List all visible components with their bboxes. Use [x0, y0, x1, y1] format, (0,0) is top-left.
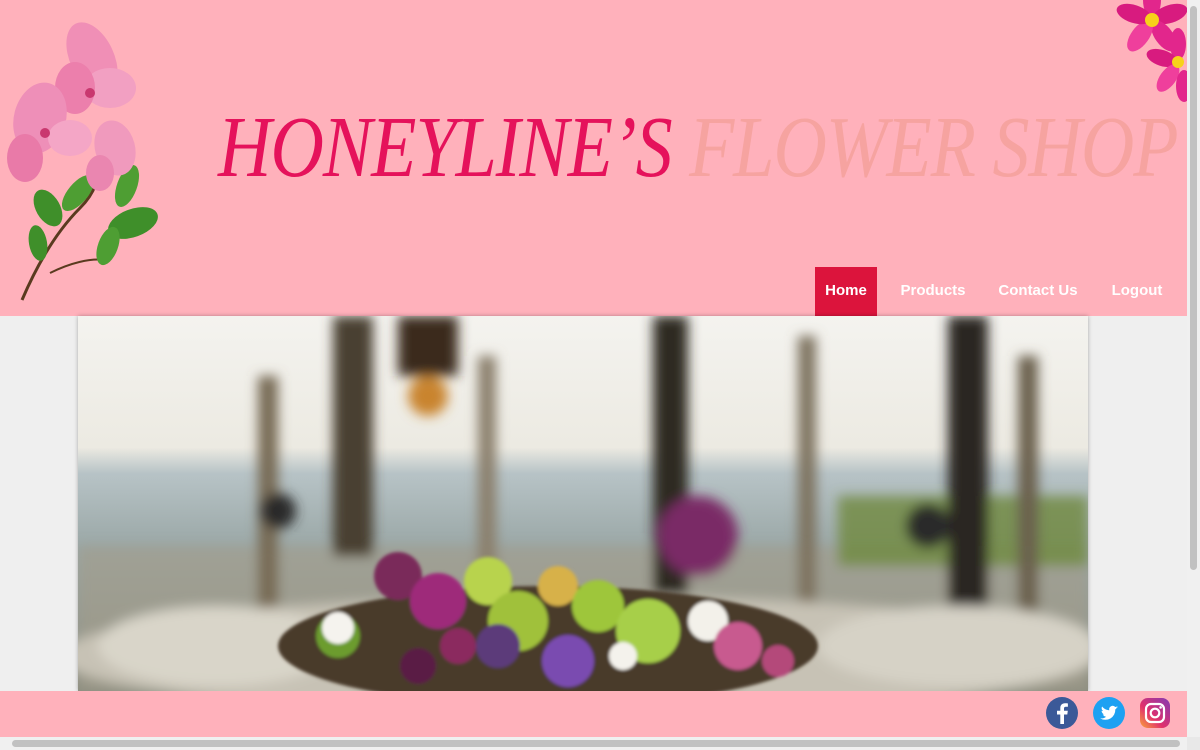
facebook-icon[interactable]: [1045, 696, 1079, 730]
site-header: HONEYLINE’S FLOWER SHOP Home Products Co…: [0, 0, 1187, 316]
azalea-flower-decoration: [7, 22, 158, 301]
scrollbar-corner: [1187, 737, 1200, 750]
page-title: HONEYLINE’S FLOWER SHOP: [218, 98, 1179, 228]
nav-contact-us[interactable]: Contact Us: [989, 267, 1087, 316]
twitter-icon[interactable]: [1092, 696, 1126, 730]
nav-products[interactable]: Products: [877, 267, 989, 316]
main-nav: Home Products Contact Us Logout: [815, 267, 1187, 316]
title-part-2: FLOWER SHOP: [689, 99, 1178, 196]
vertical-scrollbar[interactable]: [1187, 0, 1200, 737]
horizontal-scrollbar[interactable]: [0, 737, 1187, 750]
hero-image: [78, 316, 1088, 691]
site-footer: [0, 691, 1187, 737]
instagram-icon[interactable]: [1138, 696, 1172, 730]
nav-home[interactable]: Home: [815, 267, 877, 316]
nav-logout[interactable]: Logout: [1087, 267, 1187, 316]
vertical-scrollbar-thumb[interactable]: [1190, 6, 1197, 570]
horizontal-scrollbar-thumb[interactable]: [12, 740, 1180, 747]
title-part-1: HONEYLINE’S: [218, 99, 673, 196]
